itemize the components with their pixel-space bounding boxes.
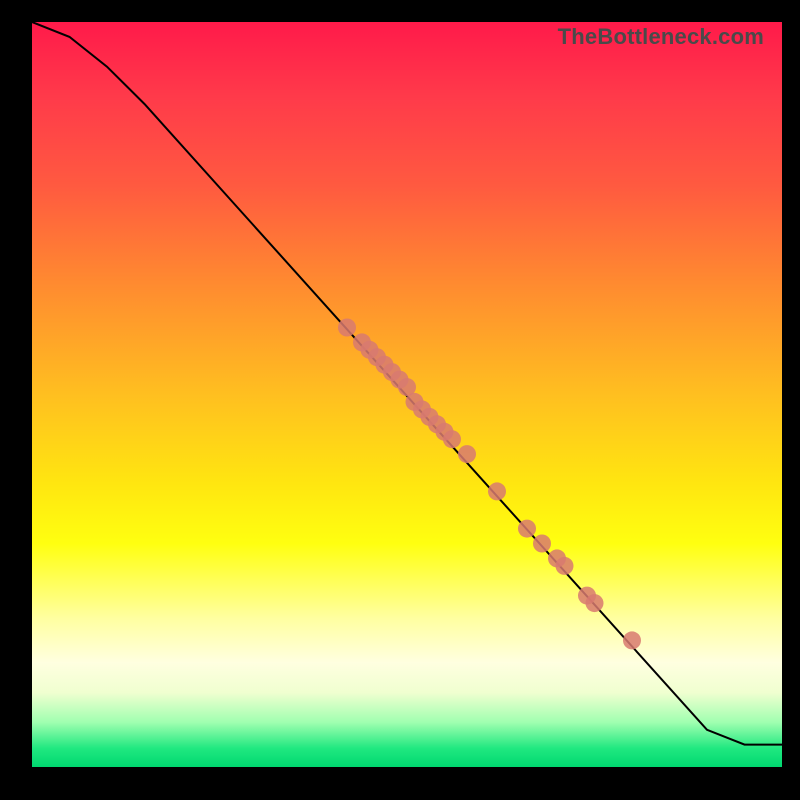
data-point: [623, 631, 641, 649]
data-point: [338, 319, 356, 337]
plot-area: TheBottleneck.com: [32, 22, 782, 767]
data-point: [443, 430, 461, 448]
chart-svg: [32, 22, 782, 767]
data-point: [458, 445, 476, 463]
chart-frame: TheBottleneck.com: [0, 0, 800, 800]
data-point: [586, 594, 604, 612]
data-point: [518, 520, 536, 538]
point-layer: [338, 319, 641, 650]
data-point: [488, 482, 506, 500]
data-point: [556, 557, 574, 575]
data-point: [533, 535, 551, 553]
